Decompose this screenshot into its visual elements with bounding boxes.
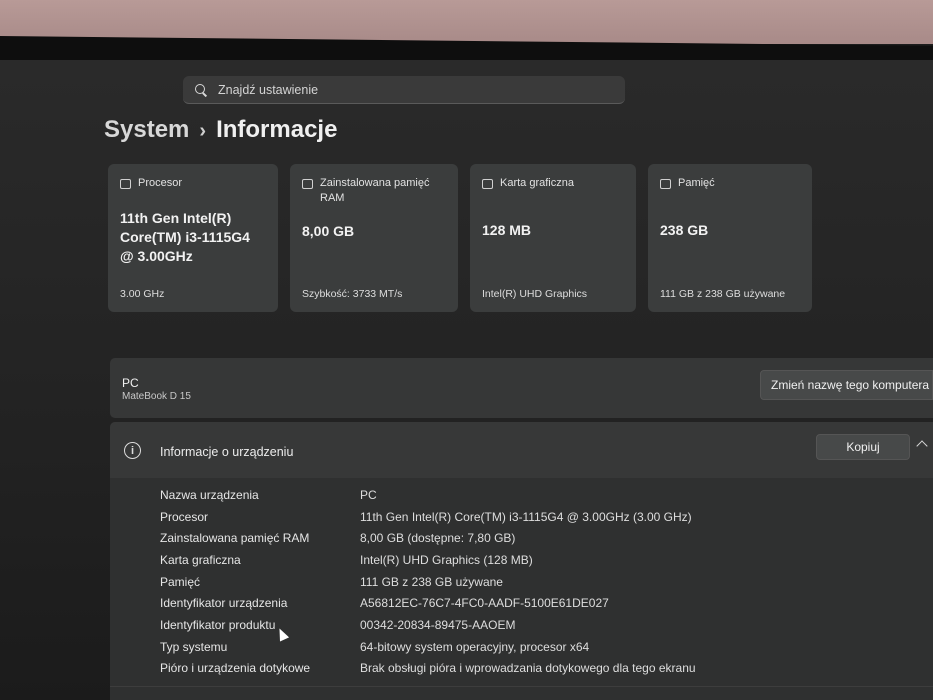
chevron-up-icon[interactable] <box>916 440 928 452</box>
card-graphics: Karta graficzna 128 MB Intel(R) UHD Grap… <box>470 164 636 312</box>
card-ram: Zainstalowana pamięć RAM 8,00 GB Szybkoś… <box>290 164 458 312</box>
device-info-panel: i Informacje o urządzeniu Kopiuj Nazwa u… <box>110 422 933 700</box>
spec-value: Intel(R) UHD Graphics (128 MB) <box>360 553 533 567</box>
spec-label: Nazwa urządzenia <box>160 488 259 502</box>
spec-value: 00342-20834-89475-AAOEM <box>360 618 516 632</box>
search-input[interactable]: Znajdź ustawienie <box>183 76 625 104</box>
spec-row: Pióro i urządzenia dotykowe Brak obsługi… <box>160 661 920 681</box>
spec-value: 8,00 GB (dostępne: 7,80 GB) <box>360 531 516 545</box>
device-info-header[interactable]: i Informacje o urządzeniu Kopiuj <box>110 422 933 478</box>
pc-model: MateBook D 15 <box>122 391 191 402</box>
card-sub: Szybkość: 3733 MT/s <box>302 288 403 300</box>
rename-pc-button[interactable]: Zmień nazwę tego komputera <box>760 370 933 400</box>
device-info-title: Informacje o urządzeniu <box>160 445 294 459</box>
card-title: Zainstalowana pamięć RAM <box>320 177 430 204</box>
spec-label: Pamięć <box>160 575 201 589</box>
info-icon: i <box>124 442 141 459</box>
spec-row: Pamięć 111 GB z 238 GB używane <box>160 575 920 595</box>
divider <box>110 686 933 687</box>
graphics-card-icon <box>482 179 493 189</box>
card-value: 8,00 GB <box>302 223 355 239</box>
spec-row: Nazwa urządzenia PC <box>160 488 920 508</box>
spec-row: Zainstalowana pamięć RAM 8,00 GB (dostęp… <box>160 531 920 551</box>
spec-value: Brak obsługi pióra i wprowadzania dotyko… <box>360 661 696 675</box>
search-placeholder: Znajdź ustawienie <box>218 82 319 97</box>
card-title: Karta graficzna <box>500 177 574 189</box>
spec-label: Identyfikator urządzenia <box>160 596 288 610</box>
pc-panel: PC MateBook D 15 Zmień nazwę tego komput… <box>110 358 933 418</box>
storage-icon <box>660 179 671 189</box>
chevron-right-icon: › <box>199 120 207 142</box>
spec-row: Karta graficzna Intel(R) UHD Graphics (1… <box>160 553 920 573</box>
page-title: Informacje <box>216 116 338 143</box>
breadcrumb-system[interactable]: System <box>104 116 189 144</box>
spec-value: 64-bitowy system operacyjny, procesor x6… <box>360 640 590 654</box>
spec-row: Typ systemu 64-bitowy system operacyjny,… <box>160 640 920 660</box>
spec-label: Pióro i urządzenia dotykowe <box>160 661 311 675</box>
spec-value: 11th Gen Intel(R) Core(TM) i3-1115G4 @ 3… <box>360 510 692 524</box>
spec-value: 111 GB z 238 GB używane <box>360 575 503 589</box>
settings-window: Znajdź ustawienie System › Informacje Pr… <box>0 60 933 700</box>
copy-button[interactable]: Kopiuj <box>816 434 910 460</box>
pc-name: PC <box>122 376 139 390</box>
card-title: Procesor <box>138 177 183 189</box>
search-icon <box>195 83 207 96</box>
card-sub: 111 GB z 238 GB używane <box>660 288 786 300</box>
spec-label: Typ systemu <box>160 640 228 654</box>
spec-value: PC <box>360 488 377 502</box>
processor-icon <box>120 179 131 189</box>
card-value: 238 GB <box>660 222 709 238</box>
card-storage: Pamięć 238 GB 111 GB z 238 GB używane <box>648 164 812 312</box>
card-sub: Intel(R) UHD Graphics <box>482 288 588 300</box>
spec-value: A56812EC-76C7-4FC0-AADF-5100E61DE027 <box>360 596 609 610</box>
card-processor: Procesor 11th Gen Intel(R) Core(TM) i3-1… <box>108 164 278 312</box>
card-value: 128 MB <box>482 222 532 238</box>
ram-icon <box>302 179 313 189</box>
spec-row: Procesor 11th Gen Intel(R) Core(TM) i3-1… <box>160 510 920 530</box>
card-sub: 3.00 GHz <box>120 288 165 300</box>
spec-row: Identyfikator urządzenia A56812EC-76C7-4… <box>160 596 920 616</box>
spec-row: Identyfikator produktu 00342-20834-89475… <box>160 618 920 638</box>
spec-label: Karta graficzna <box>160 553 241 567</box>
breadcrumb: System › Informacje <box>104 116 337 144</box>
card-title: Pamięć <box>678 177 715 189</box>
card-value: 11th Gen Intel(R) Core(TM) i3-1115G4 @ 3… <box>120 210 250 264</box>
spec-label: Zainstalowana pamięć RAM <box>160 531 310 545</box>
spec-label: Identyfikator produktu <box>160 618 276 632</box>
spec-label: Procesor <box>160 510 209 524</box>
